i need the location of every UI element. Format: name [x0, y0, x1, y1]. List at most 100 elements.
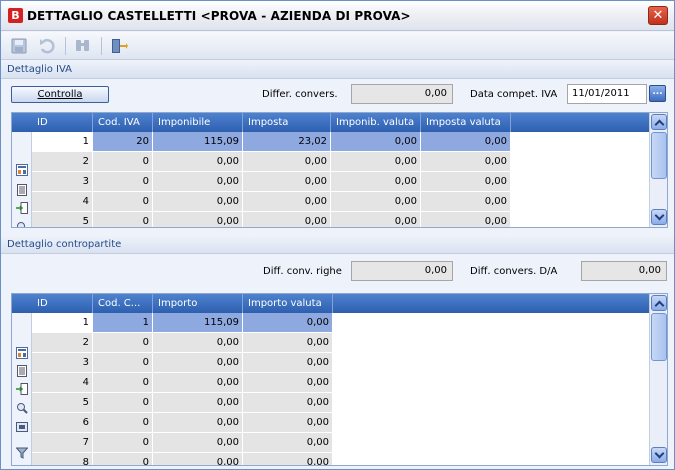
import-icon[interactable] — [16, 383, 28, 395]
column-header[interactable]: ID — [32, 294, 93, 313]
table-cell[interactable]: 20 — [93, 132, 153, 152]
scroll-up-button[interactable] — [651, 295, 667, 311]
table-cell[interactable]: 115,09 — [153, 132, 243, 152]
table-cell[interactable]: 0,00 — [421, 192, 511, 212]
table-cell[interactable]: 0,00 — [243, 192, 331, 212]
table-cell[interactable]: 0,00 — [243, 353, 333, 373]
list-icon[interactable] — [16, 365, 28, 377]
table-cell[interactable]: 0,00 — [243, 393, 333, 413]
table-cell[interactable]: 0,00 — [153, 373, 243, 393]
table-cell[interactable]: 0,00 — [331, 192, 421, 212]
table-cell[interactable]: 5 — [32, 393, 93, 413]
column-header[interactable]: ID — [32, 113, 93, 132]
table-cell[interactable]: 0 — [93, 413, 153, 433]
table-cell[interactable]: 0 — [93, 152, 153, 172]
table-cell[interactable]: 0,00 — [153, 353, 243, 373]
table-cell[interactable]: 6 — [32, 413, 93, 433]
scroll-down-button[interactable] — [651, 209, 667, 225]
table-cell[interactable]: 0,00 — [153, 212, 243, 227]
table-cell[interactable]: 115,09 — [153, 313, 243, 333]
table-cell[interactable]: 0,00 — [153, 453, 243, 465]
table-cell[interactable]: 0,00 — [243, 413, 333, 433]
table-cell[interactable]: 0,00 — [421, 132, 511, 152]
find-icon[interactable] — [73, 37, 93, 55]
table-cell[interactable]: 3 — [32, 353, 93, 373]
table-cell[interactable]: 0,00 — [153, 172, 243, 192]
vertical-scrollbar[interactable] — [649, 113, 667, 227]
table-icon[interactable] — [16, 347, 28, 359]
data-compet-input[interactable]: 11/01/2011 — [567, 84, 647, 104]
table-cell[interactable]: 0,00 — [153, 192, 243, 212]
table-cell[interactable]: 7 — [32, 433, 93, 453]
table-cell[interactable]: 0,00 — [243, 212, 331, 227]
table-cell[interactable]: 8 — [32, 453, 93, 465]
iva-grid[interactable]: ID Cod. IVA Imponibile Imposta Imponib. valu… — [11, 112, 668, 228]
table-cell[interactable]: 0,00 — [331, 172, 421, 192]
column-header[interactable]: Cod. C... — [93, 294, 153, 313]
table-cell[interactable]: 0,00 — [421, 172, 511, 192]
table-cell[interactable]: 0,00 — [421, 212, 511, 227]
vertical-scrollbar[interactable] — [649, 294, 667, 465]
table-cell[interactable]: 5 — [32, 212, 93, 227]
zoom-icon[interactable] — [16, 221, 28, 227]
table-cell[interactable]: 0 — [93, 212, 153, 227]
table-cell[interactable]: 0 — [93, 433, 153, 453]
contropartite-grid[interactable]: ID Cod. C... Importo Importo valuta 1 1 115,0… — [11, 293, 668, 466]
table-cell[interactable]: 4 — [32, 192, 93, 212]
column-header[interactable]: Imponib. valuta — [331, 113, 421, 132]
table-cell[interactable]: 0,00 — [331, 212, 421, 227]
filter-icon[interactable] — [15, 447, 29, 459]
table-cell[interactable]: 0,00 — [243, 152, 331, 172]
table-cell[interactable]: 2 — [32, 152, 93, 172]
table-cell[interactable]: 0,00 — [243, 172, 331, 192]
table-cell[interactable]: 0,00 — [153, 393, 243, 413]
table-cell[interactable]: 2 — [32, 333, 93, 353]
column-header[interactable]: Importo — [153, 294, 243, 313]
table-cell[interactable]: 0,00 — [421, 152, 511, 172]
table-cell[interactable]: 0 — [93, 172, 153, 192]
table-cell[interactable]: 0,00 — [153, 433, 243, 453]
table-cell[interactable]: 23,02 — [243, 132, 331, 152]
exit-icon[interactable] — [109, 37, 129, 55]
table-cell[interactable]: 4 — [32, 373, 93, 393]
close-button[interactable]: ✕ — [648, 6, 668, 25]
column-header[interactable]: Importo valuta — [243, 294, 333, 313]
date-picker-button[interactable]: ... — [649, 85, 666, 102]
table-cell[interactable]: 0 — [93, 353, 153, 373]
table-cell[interactable]: 0 — [93, 373, 153, 393]
table-cell[interactable]: 0,00 — [243, 373, 333, 393]
table-cell[interactable]: 1 — [32, 132, 93, 152]
table-cell[interactable]: 0 — [93, 393, 153, 413]
table-cell[interactable]: 1 — [32, 313, 93, 333]
table-cell[interactable]: 0,00 — [243, 333, 333, 353]
undo-icon[interactable] — [37, 37, 57, 55]
frame-icon[interactable] — [16, 421, 28, 433]
table-cell[interactable]: 0 — [93, 192, 153, 212]
table-cell[interactable]: 0 — [93, 453, 153, 465]
scroll-thumb[interactable] — [651, 313, 667, 361]
column-header[interactable]: Imponibile — [153, 113, 243, 132]
table-cell[interactable]: 0,00 — [243, 313, 333, 333]
list-icon[interactable] — [16, 184, 28, 196]
scroll-up-button[interactable] — [651, 114, 667, 130]
table-cell[interactable]: 0,00 — [153, 413, 243, 433]
table-cell[interactable]: 1 — [93, 313, 153, 333]
column-header[interactable]: Imposta valuta — [421, 113, 511, 132]
zoom-icon[interactable] — [16, 402, 28, 414]
check-button[interactable]: Controlla — [11, 86, 109, 103]
save-icon[interactable] — [9, 37, 29, 55]
table-cell[interactable]: 0,00 — [243, 453, 333, 465]
table-cell[interactable]: 0,00 — [331, 152, 421, 172]
scroll-thumb[interactable] — [651, 132, 667, 179]
table-cell[interactable]: 0,00 — [153, 152, 243, 172]
column-header[interactable]: Imposta — [243, 113, 331, 132]
import-icon[interactable] — [16, 202, 28, 214]
table-cell[interactable]: 0,00 — [153, 333, 243, 353]
scroll-down-button[interactable] — [651, 447, 667, 463]
table-cell[interactable]: 3 — [32, 172, 93, 192]
table-cell[interactable]: 0 — [93, 333, 153, 353]
column-header[interactable]: Cod. IVA — [93, 113, 153, 132]
table-cell[interactable]: 0,00 — [243, 433, 333, 453]
table-cell[interactable]: 0,00 — [331, 132, 421, 152]
table-icon[interactable] — [16, 164, 28, 176]
